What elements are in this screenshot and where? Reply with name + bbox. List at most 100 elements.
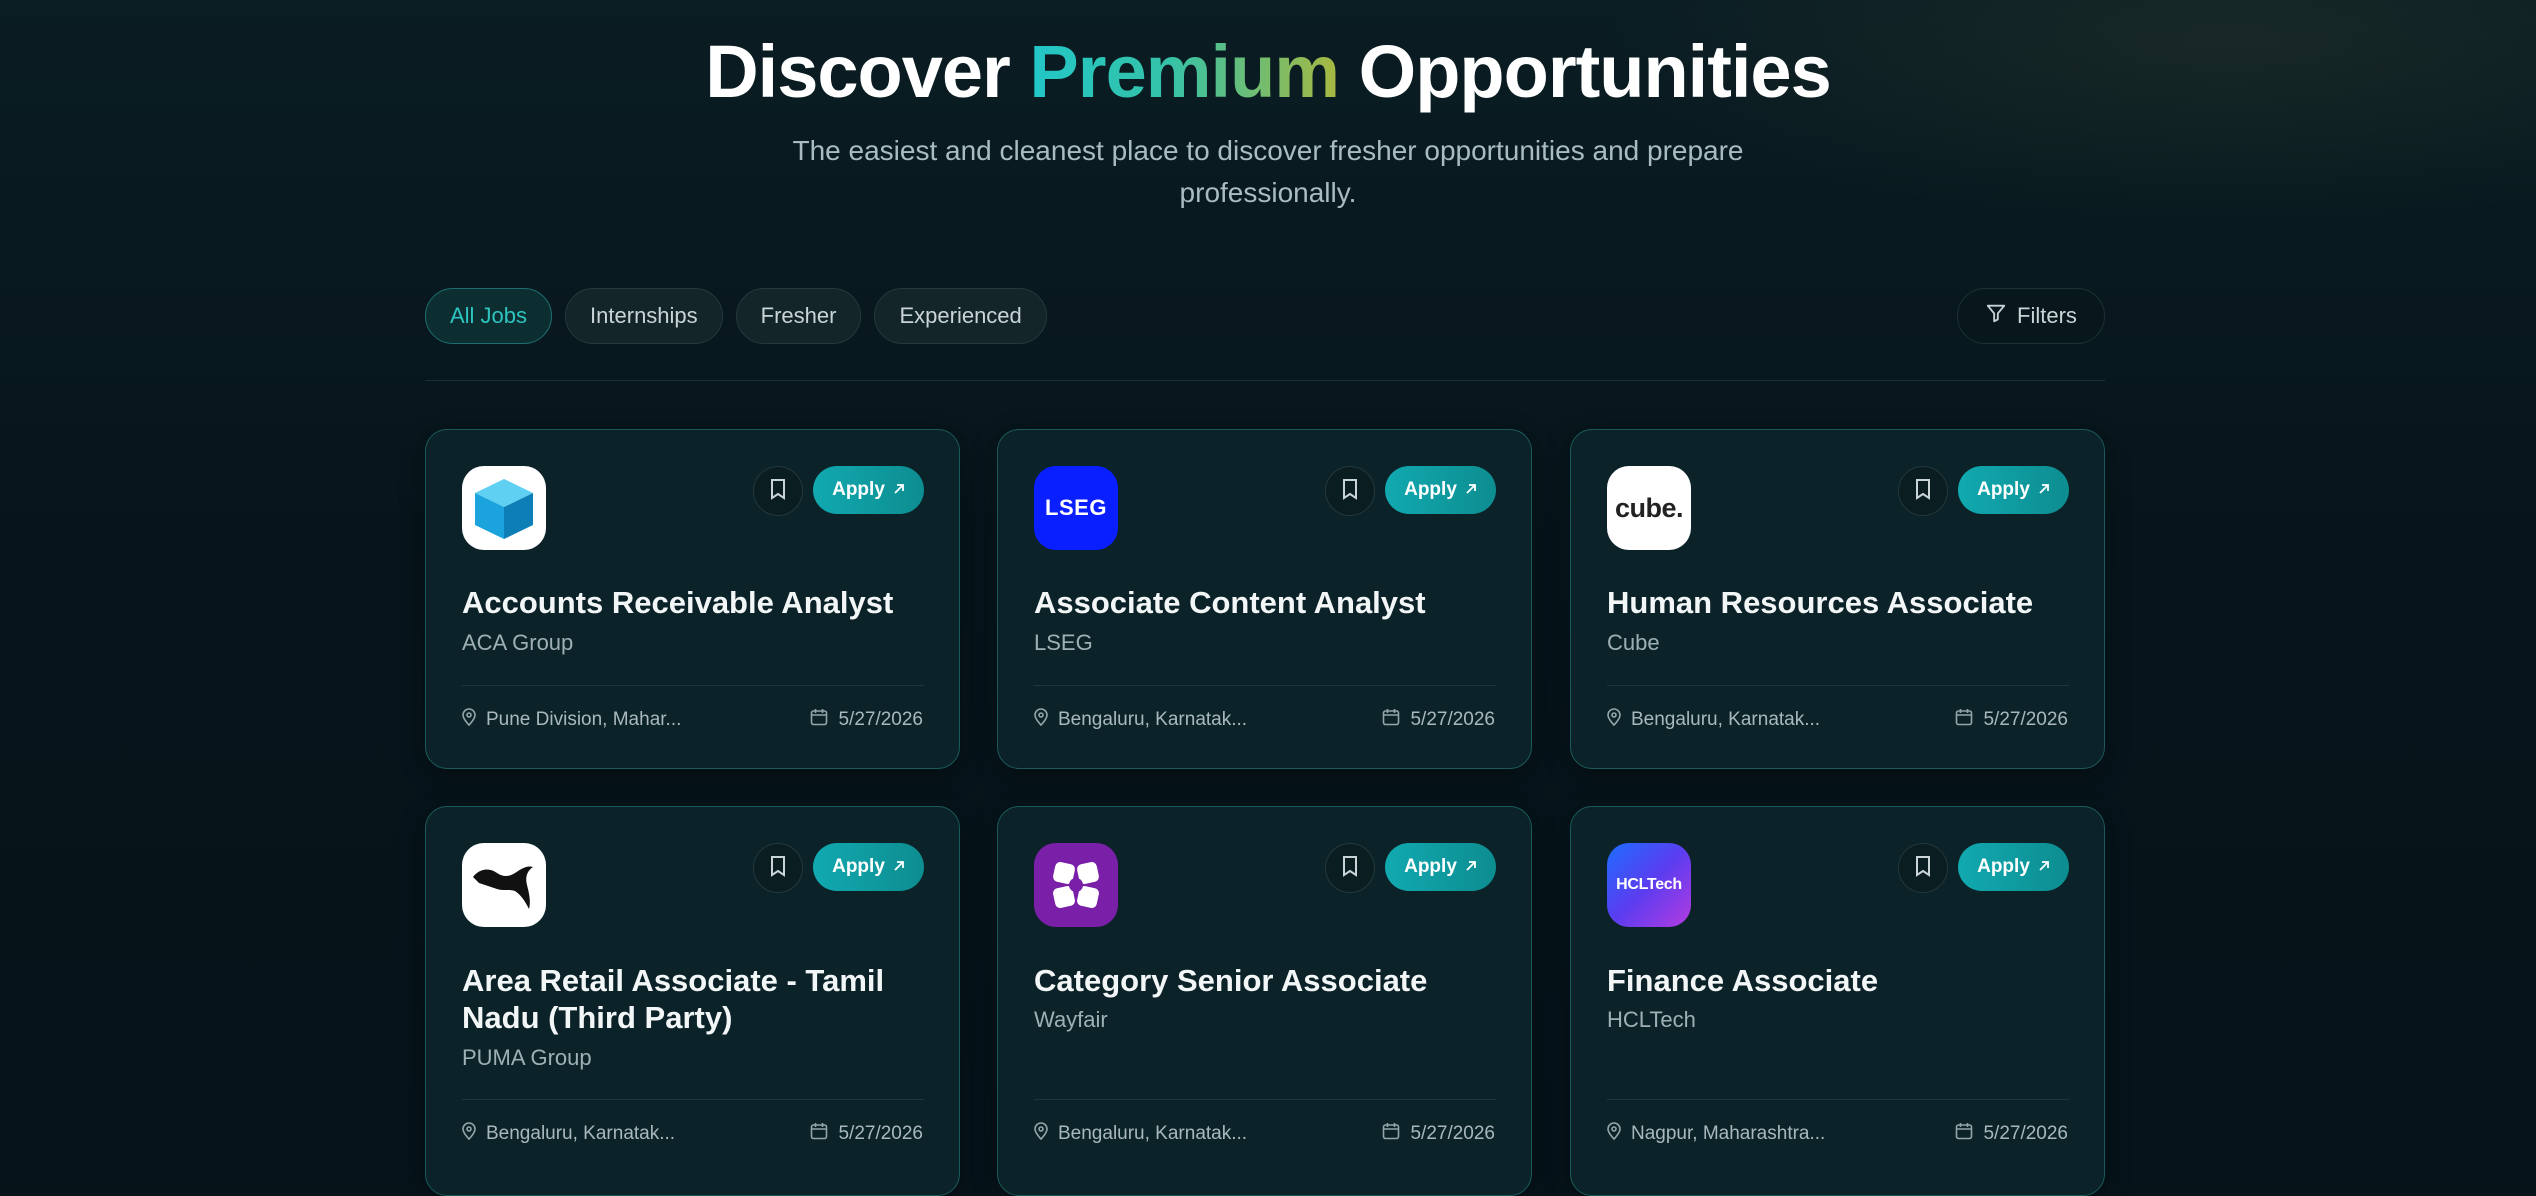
date-text: 5/27/2026 — [1410, 1123, 1495, 1144]
company-name: LSEG — [1034, 630, 1093, 655]
bookmark-icon — [1340, 478, 1360, 505]
location-pin-icon — [462, 1122, 476, 1146]
bookmark-icon — [768, 855, 788, 882]
apply-label: Apply — [1404, 479, 1457, 500]
title-part-2: Opportunities — [1358, 30, 1832, 113]
job-card[interactable]: Apply Area Retail Associate - Tamil Nadu… — [425, 806, 960, 1196]
arrow-up-right-icon — [2038, 856, 2050, 878]
cube-logo-text: cube. — [1614, 492, 1684, 523]
bookmark-button[interactable] — [1325, 466, 1375, 516]
bookmark-button[interactable] — [753, 466, 803, 516]
calendar-icon — [1955, 708, 1973, 732]
arrow-up-right-icon — [893, 479, 905, 501]
apply-button[interactable]: Apply — [1385, 466, 1496, 514]
lseg-logo-text: LSEG — [1045, 495, 1107, 520]
apply-button[interactable]: Apply — [1958, 843, 2069, 891]
tab-fresher[interactable]: Fresher — [735, 288, 862, 344]
job-location: Bengaluru, Karnatak... — [462, 1122, 675, 1146]
bookmark-button[interactable] — [753, 843, 803, 893]
bookmark-button[interactable] — [1898, 843, 1948, 893]
location-pin-icon — [1607, 1122, 1621, 1146]
calendar-icon — [810, 1122, 828, 1146]
card-divider — [462, 685, 924, 686]
card-divider — [1607, 685, 2069, 686]
location-pin-icon — [1034, 708, 1048, 732]
location-text: Bengaluru, Karnatak... — [486, 1123, 676, 1144]
location-pin-icon — [462, 708, 476, 732]
job-title[interactable]: Category Senior Associate — [1034, 962, 1504, 999]
date-text: 5/27/2026 — [1983, 1123, 2068, 1144]
cube-logo: cube. — [1607, 466, 1691, 550]
job-type-tabs: All Jobs Internships Fresher Experienced — [425, 288, 1047, 344]
bookmark-button[interactable] — [1898, 466, 1948, 516]
hcltech-logo-text: HCLTech — [1616, 876, 1682, 893]
apply-label: Apply — [832, 856, 885, 877]
date-text: 5/27/2026 — [1983, 709, 2068, 730]
job-date: 5/27/2026 — [810, 1122, 923, 1146]
apply-button[interactable]: Apply — [1958, 466, 2069, 514]
job-title[interactable]: Associate Content Analyst — [1034, 584, 1504, 621]
job-card[interactable]: Apply Category Senior Associate Wayfair … — [997, 806, 1532, 1196]
location-text: Bengaluru, Karnatak... — [1058, 709, 1248, 730]
company-name: HCLTech — [1607, 1007, 1696, 1032]
tab-internships[interactable]: Internships — [565, 288, 723, 344]
page-title: Discover Premium Opportunities — [0, 26, 2536, 118]
tab-all-jobs[interactable]: All Jobs — [425, 288, 553, 344]
bookmark-icon — [768, 478, 788, 505]
location-pin-icon — [1607, 708, 1621, 732]
bookmark-icon — [1340, 855, 1360, 882]
location-text: Nagpur, Maharashtra... — [1631, 1123, 1826, 1144]
tab-experienced[interactable]: Experienced — [874, 288, 1047, 344]
card-divider — [462, 1099, 924, 1100]
date-text: 5/27/2026 — [838, 1123, 923, 1144]
job-date: 5/27/2026 — [1382, 708, 1495, 732]
filters-button[interactable]: Filters — [1957, 288, 2105, 344]
apply-label: Apply — [832, 479, 885, 500]
job-title[interactable]: Finance Associate — [1607, 962, 2077, 999]
location-text: Bengaluru, Karnatak... — [1631, 709, 1821, 730]
job-date: 5/27/2026 — [810, 708, 923, 732]
apply-button[interactable]: Apply — [813, 843, 924, 891]
job-date: 5/27/2026 — [1955, 708, 2068, 732]
filter-icon — [1985, 302, 2007, 330]
arrow-up-right-icon — [2038, 479, 2050, 501]
job-card[interactable]: LSEG Apply Associate Content Analyst LSE… — [997, 429, 1532, 769]
card-divider — [1034, 1099, 1496, 1100]
company-name: Wayfair — [1034, 1007, 1108, 1032]
blue-cube-logo — [462, 466, 546, 550]
company-name: ACA Group — [462, 630, 574, 655]
hcltech-logo: HCLTech — [1607, 843, 1691, 927]
apply-label: Apply — [1404, 856, 1457, 877]
calendar-icon — [1382, 1122, 1400, 1146]
company-name: Cube — [1607, 630, 1660, 655]
job-location: Bengaluru, Karnatak... — [1607, 708, 1820, 732]
arrow-up-right-icon — [1465, 479, 1477, 501]
job-card[interactable]: HCLTech Apply Finance Associate HCLTech … — [1570, 806, 2105, 1196]
lseg-logo: LSEG — [1034, 466, 1118, 550]
job-date: 5/27/2026 — [1955, 1122, 2068, 1146]
filters-label: Filters — [2017, 303, 2077, 328]
apply-button[interactable]: Apply — [813, 466, 924, 514]
job-title[interactable]: Area Retail Associate - Tamil Nadu (Thir… — [462, 962, 932, 1036]
date-text: 5/27/2026 — [838, 709, 923, 730]
wayfair-logo — [1034, 843, 1118, 927]
page-subtitle: The easiest and cleanest place to discov… — [792, 135, 1744, 208]
job-location: Pune Division, Mahar... — [462, 708, 681, 732]
title-part-1: Discover — [705, 30, 1011, 113]
apply-label: Apply — [1977, 479, 2030, 500]
job-location: Nagpur, Maharashtra... — [1607, 1122, 1825, 1146]
job-card[interactable]: Apply Accounts Receivable Analyst ACA Gr… — [425, 429, 960, 769]
title-highlight: Premium — [1029, 30, 1340, 113]
card-divider — [1607, 1099, 2069, 1100]
job-date: 5/27/2026 — [1382, 1122, 1495, 1146]
job-title[interactable]: Accounts Receivable Analyst — [462, 584, 932, 621]
apply-label: Apply — [1977, 856, 2030, 877]
job-title[interactable]: Human Resources Associate — [1607, 584, 2077, 621]
job-card[interactable]: cube. Apply Human Resources Associate Cu… — [1570, 429, 2105, 769]
bookmark-icon — [1913, 478, 1933, 505]
apply-button[interactable]: Apply — [1385, 843, 1496, 891]
arrow-up-right-icon — [893, 856, 905, 878]
card-divider — [1034, 685, 1496, 686]
bookmark-button[interactable] — [1325, 843, 1375, 893]
divider — [425, 380, 2105, 381]
